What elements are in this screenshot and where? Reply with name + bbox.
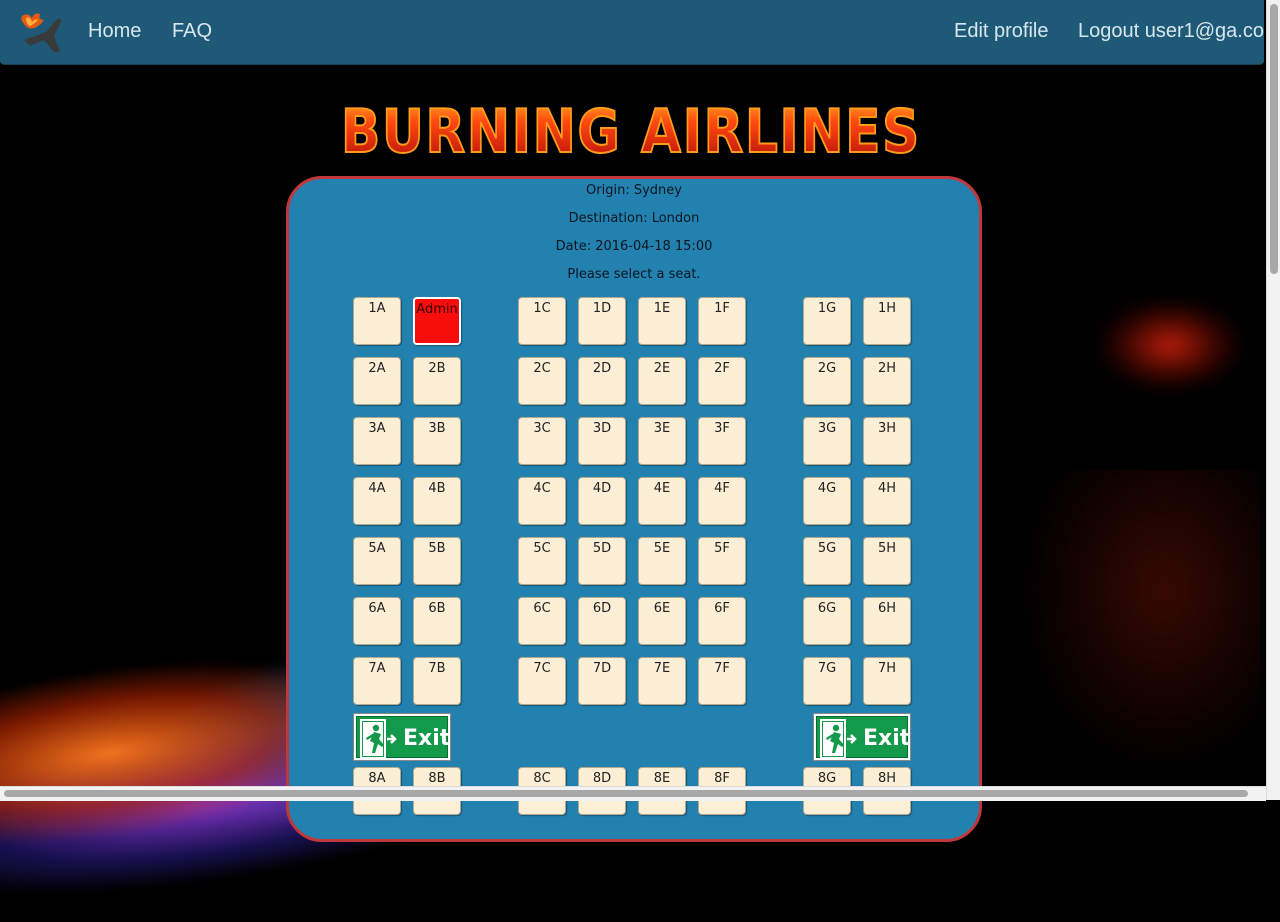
seat-6a[interactable]: 6A bbox=[353, 597, 401, 645]
seat-4d[interactable]: 4D bbox=[578, 477, 626, 525]
running-man-exit-icon bbox=[820, 719, 857, 759]
logo-text: BURNING AIRLINES bbox=[341, 97, 921, 160]
seat-4h[interactable]: 4H bbox=[863, 477, 911, 525]
burning-plane-icon[interactable] bbox=[18, 10, 64, 54]
exit-sign-right: Exit bbox=[813, 713, 911, 761]
vertical-scrollbar-thumb[interactable] bbox=[1270, 4, 1278, 274]
exit-label-right: Exit bbox=[863, 726, 911, 751]
seat-2f[interactable]: 2F bbox=[698, 357, 746, 405]
seat-2a[interactable]: 2A bbox=[353, 357, 401, 405]
seat-3f[interactable]: 3F bbox=[698, 417, 746, 465]
background-glow-right bbox=[1020, 470, 1260, 770]
seat-1c[interactable]: 1C bbox=[518, 297, 566, 345]
seat-map-panel: Origin: Sydney Destination: London Date:… bbox=[286, 176, 982, 842]
seat-4f[interactable]: 4F bbox=[698, 477, 746, 525]
seat-2b[interactable]: 2B bbox=[413, 357, 461, 405]
seat-6f[interactable]: 6F bbox=[698, 597, 746, 645]
vertical-scrollbar[interactable] bbox=[1266, 0, 1280, 800]
seat-6e[interactable]: 6E bbox=[638, 597, 686, 645]
seat-3d[interactable]: 3D bbox=[578, 417, 626, 465]
seat-4a[interactable]: 4A bbox=[353, 477, 401, 525]
background-ember-right bbox=[1100, 300, 1240, 390]
seat-1f[interactable]: 1F bbox=[698, 297, 746, 345]
horizontal-scrollbar[interactable] bbox=[0, 786, 1266, 801]
seat-3c[interactable]: 3C bbox=[518, 417, 566, 465]
nav-edit-profile-link[interactable]: Edit profile bbox=[954, 20, 1049, 43]
seat-6g[interactable]: 6G bbox=[803, 597, 851, 645]
seat-5c[interactable]: 5C bbox=[518, 537, 566, 585]
seat-4e[interactable]: 4E bbox=[638, 477, 686, 525]
seat-7e[interactable]: 7E bbox=[638, 657, 686, 705]
seat-7f[interactable]: 7F bbox=[698, 657, 746, 705]
horizontal-scrollbar-thumb[interactable] bbox=[4, 790, 1248, 797]
seat-5f[interactable]: 5F bbox=[698, 537, 746, 585]
origin-text: Origin: Sydney bbox=[586, 183, 682, 198]
nav-logout-link[interactable]: Logout user1@ga.co bbox=[1078, 20, 1264, 43]
seat-1b-taken[interactable]: Admin bbox=[413, 297, 461, 345]
seat-6c[interactable]: 6C bbox=[518, 597, 566, 645]
nav-faq-link[interactable]: FAQ bbox=[172, 20, 212, 43]
seat-3a[interactable]: 3A bbox=[353, 417, 401, 465]
seat-4b[interactable]: 4B bbox=[413, 477, 461, 525]
running-man-exit-icon bbox=[360, 719, 397, 759]
seat-1e[interactable]: 1E bbox=[638, 297, 686, 345]
seat-3g[interactable]: 3G bbox=[803, 417, 851, 465]
seat-6h[interactable]: 6H bbox=[863, 597, 911, 645]
seat-2d[interactable]: 2D bbox=[578, 357, 626, 405]
seat-7a[interactable]: 7A bbox=[353, 657, 401, 705]
seat-7b[interactable]: 7B bbox=[413, 657, 461, 705]
exit-sign-left: Exit bbox=[353, 713, 451, 761]
seat-4g[interactable]: 4G bbox=[803, 477, 851, 525]
seat-5a[interactable]: 5A bbox=[353, 537, 401, 585]
seat-7g[interactable]: 7G bbox=[803, 657, 851, 705]
nav-home-link[interactable]: Home bbox=[88, 20, 141, 43]
seat-7d[interactable]: 7D bbox=[578, 657, 626, 705]
seat-7c[interactable]: 7C bbox=[518, 657, 566, 705]
seat-1g[interactable]: 1G bbox=[803, 297, 851, 345]
seat-5g[interactable]: 5G bbox=[803, 537, 851, 585]
select-seat-prompt: Please select a seat. bbox=[567, 267, 701, 282]
seat-3b[interactable]: 3B bbox=[413, 417, 461, 465]
seat-2e[interactable]: 2E bbox=[638, 357, 686, 405]
burning-airlines-logo: BURNING AIRLINES bbox=[338, 96, 924, 168]
seat-3e[interactable]: 3E bbox=[638, 417, 686, 465]
seat-5d[interactable]: 5D bbox=[578, 537, 626, 585]
seat-7h[interactable]: 7H bbox=[863, 657, 911, 705]
seat-1d[interactable]: 1D bbox=[578, 297, 626, 345]
date-text: Date: 2016-04-18 15:00 bbox=[555, 239, 713, 254]
seat-2h[interactable]: 2H bbox=[863, 357, 911, 405]
seat-5e[interactable]: 5E bbox=[638, 537, 686, 585]
seat-2c[interactable]: 2C bbox=[518, 357, 566, 405]
seat-2g[interactable]: 2G bbox=[803, 357, 851, 405]
seat-3h[interactable]: 3H bbox=[863, 417, 911, 465]
seat-4c[interactable]: 4C bbox=[518, 477, 566, 525]
seat-6b[interactable]: 6B bbox=[413, 597, 461, 645]
seat-1a[interactable]: 1A bbox=[353, 297, 401, 345]
navbar: Home FAQ Edit profile Logout user1@ga.co bbox=[0, 0, 1264, 65]
destination-text: Destination: London bbox=[568, 211, 700, 226]
seat-6d[interactable]: 6D bbox=[578, 597, 626, 645]
exit-label-left: Exit bbox=[403, 726, 451, 751]
seat-5b[interactable]: 5B bbox=[413, 537, 461, 585]
seat-1h[interactable]: 1H bbox=[863, 297, 911, 345]
seat-5h[interactable]: 5H bbox=[863, 537, 911, 585]
